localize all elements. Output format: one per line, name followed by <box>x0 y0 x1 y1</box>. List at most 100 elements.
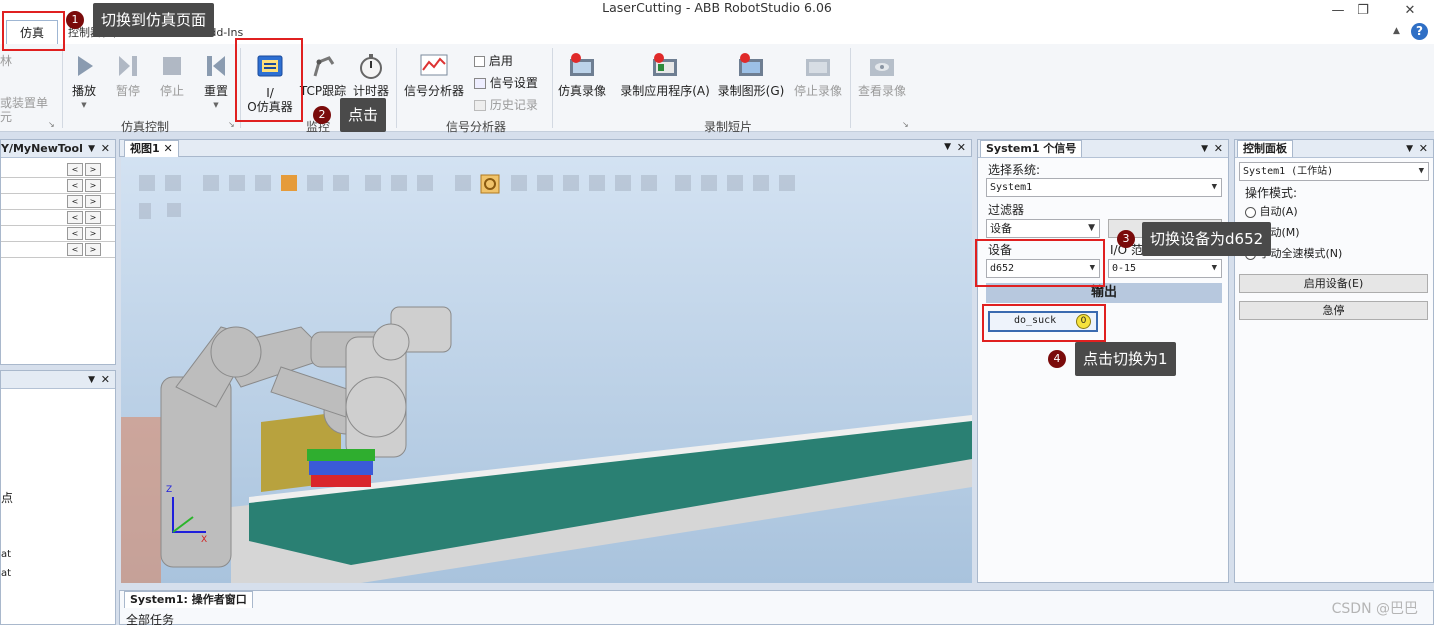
select-system-label: 选择系统: <box>988 163 1041 177</box>
window-title: LaserCutting - ABB RobotStudio 6.06 <box>602 0 832 15</box>
emergency-stop-button[interactable]: 急停 <box>1239 301 1428 320</box>
close-button[interactable]: ✕ <box>1390 2 1430 20</box>
annotation-tip-2: 点击 <box>340 98 387 132</box>
play-button[interactable]: 播放 ▼ <box>66 52 102 112</box>
tcp-trace-button[interactable]: TCP跟踪 <box>299 52 347 98</box>
table-row[interactable]: < > <box>1 162 115 178</box>
annotation-number-4: 4 <box>1048 350 1066 368</box>
control-panel: 控制面板 ▼ ✕ System1 (工作站) ▼ 操作模式: 自动(A) 手动(M… <box>1234 139 1434 583</box>
left-tool-panel-header: Y/MyNewTool ▼ ✕ <box>1 140 115 158</box>
stop-icon <box>163 57 181 75</box>
stop-record-icon <box>806 59 830 76</box>
collapse-ribbon-icon[interactable]: ▲ <box>1393 26 1400 36</box>
annotation-tip-3: 切换设备为d652 <box>1142 222 1272 256</box>
table-row[interactable]: < > <box>1 178 115 194</box>
stop-button[interactable]: 停止 <box>154 52 190 98</box>
dialog-launcher-icon[interactable]: ↘ <box>228 120 235 129</box>
radio-icon[interactable] <box>1245 206 1256 218</box>
left-tool-panel: Y/MyNewTool ▼ ✕ < > < > < > < > < > < > <box>0 139 116 365</box>
checkbox-box[interactable] <box>474 56 485 67</box>
panel-dropdown-icon[interactable]: ▼ <box>1201 140 1208 158</box>
reset-button[interactable]: 重置 ▼ <box>198 52 234 112</box>
maximize-button[interactable]: ❐ <box>1343 2 1383 20</box>
group-label-record: 录制短片 <box>703 120 752 134</box>
tree-item[interactable]: at <box>1 549 11 560</box>
dialog-launcher-icon[interactable]: ↘ <box>902 120 909 129</box>
tab-close-icon[interactable]: ✕ <box>164 142 173 155</box>
stop-record-button[interactable]: 停止录像 <box>790 52 846 98</box>
play-dropdown-icon[interactable]: ▼ <box>66 98 102 112</box>
filter-select-value: 设备 <box>990 222 1012 235</box>
record-graphics-icon <box>739 53 763 76</box>
reset-dropdown-icon[interactable]: ▼ <box>198 98 234 112</box>
signal-settings-icon <box>474 78 486 89</box>
panel-close-icon[interactable]: ✕ <box>101 371 110 389</box>
tab-control-panel[interactable]: 控制面板 <box>1237 140 1293 157</box>
tab-operator-window[interactable]: System1: 操作者窗口 <box>124 591 253 608</box>
record-app-button[interactable]: 录制应用程序(A) <box>618 52 712 98</box>
signal-analyzer-button[interactable]: 信号分析器 <box>400 52 468 98</box>
panel-dropdown-icon[interactable]: ▼ <box>1406 140 1413 158</box>
panel-close-icon[interactable]: ✕ <box>1419 140 1428 158</box>
timer-button[interactable]: 计时器 <box>349 52 393 98</box>
table-row[interactable]: < > <box>1 210 115 226</box>
pause-button[interactable]: 暂停 <box>110 52 146 98</box>
panel-close-icon[interactable]: ✕ <box>1214 140 1223 158</box>
mode-auto-label: 自动(A) <box>1259 205 1298 218</box>
table-row[interactable]: < > <box>1 226 115 242</box>
left-tool-panel-title: Y/MyNewTool <box>1 142 83 155</box>
timer-label: 计时器 <box>352 84 389 98</box>
left-tree-panel: ▼ ✕ 点 at at <box>0 370 116 625</box>
tree-item[interactable]: 点 <box>1 489 13 506</box>
system-select[interactable]: System1 ▼ <box>986 178 1222 197</box>
filter-select[interactable]: 设备 ▼ <box>986 219 1100 238</box>
all-tasks-label[interactable]: 全部任务 <box>126 611 174 625</box>
signal-settings-button[interactable]: 信号设置 <box>474 74 552 90</box>
view-tab-label: 视图1 <box>130 142 160 155</box>
sim-record-button[interactable]: 仿真录像 <box>554 52 610 98</box>
table-row[interactable]: < > <box>1 194 115 210</box>
record-graphics-label: 录制图形(G) <box>717 84 785 98</box>
tab-io-signals[interactable]: System1 个信号 <box>980 140 1083 157</box>
pause-icon <box>119 56 137 76</box>
sim-record-label: 仿真录像 <box>557 84 606 98</box>
annotation-number-1: 1 <box>66 11 84 29</box>
io-range-select[interactable]: 0-15 ▼ <box>1108 259 1222 278</box>
help-icon[interactable]: ? <box>1411 23 1428 40</box>
annotation-number-3: 3 <box>1117 230 1135 248</box>
panel-close-icon[interactable]: ✕ <box>957 141 966 154</box>
panel-dropdown-icon[interactable]: ▼ <box>944 142 951 152</box>
3d-viewport[interactable]: Z X <box>121 157 972 583</box>
controller-select[interactable]: System1 (工作站) ▼ <box>1239 162 1429 181</box>
tcp-trace-icon <box>313 56 335 77</box>
tree-item[interactable]: at <box>1 568 11 579</box>
signal-settings-label: 信号设置 <box>489 76 538 90</box>
view-record-button[interactable]: 查看录像 <box>854 52 910 98</box>
group-separator <box>850 48 851 128</box>
highlight-io-sim-button <box>235 38 303 122</box>
record-graphics-button[interactable]: 录制图形(G) <box>716 52 786 98</box>
mode-auto-radio[interactable]: 自动(A) <box>1245 203 1298 219</box>
svg-text:Z: Z <box>166 485 172 495</box>
panel-dropdown-icon[interactable]: ▼ <box>88 371 95 389</box>
highlight-device-select <box>975 239 1105 287</box>
history-icon <box>474 100 486 111</box>
svg-text:X: X <box>201 535 207 545</box>
dialog-launcher-icon[interactable]: ↘ <box>48 120 55 129</box>
io-range-select-value: 0-15 <box>1112 263 1137 274</box>
operator-window: System1: 操作者窗口 全部任务 <box>119 590 1434 625</box>
enable-checkbox[interactable]: 启用 <box>474 52 552 68</box>
play-label: 播放 <box>71 84 96 98</box>
panel-dropdown-icon[interactable]: ▼ <box>88 140 95 158</box>
table-row[interactable]: < > <box>1 242 115 258</box>
chevron-down-icon: ▼ <box>1211 182 1217 192</box>
history-button[interactable]: 历史记录 <box>474 96 552 112</box>
highlight-sim-tab <box>2 11 65 51</box>
annotation-tip-4: 点击切换为1 <box>1075 342 1176 376</box>
mode-manual-full-label: 手动全速模式(N) <box>1259 247 1343 260</box>
enable-device-button[interactable]: 启用设备(E) <box>1239 274 1428 293</box>
tab-view1[interactable]: 视图1 ✕ <box>124 140 179 157</box>
panel-close-icon[interactable]: ✕ <box>101 140 110 158</box>
view-record-icon <box>870 59 894 76</box>
enable-label: 启用 <box>488 54 513 68</box>
